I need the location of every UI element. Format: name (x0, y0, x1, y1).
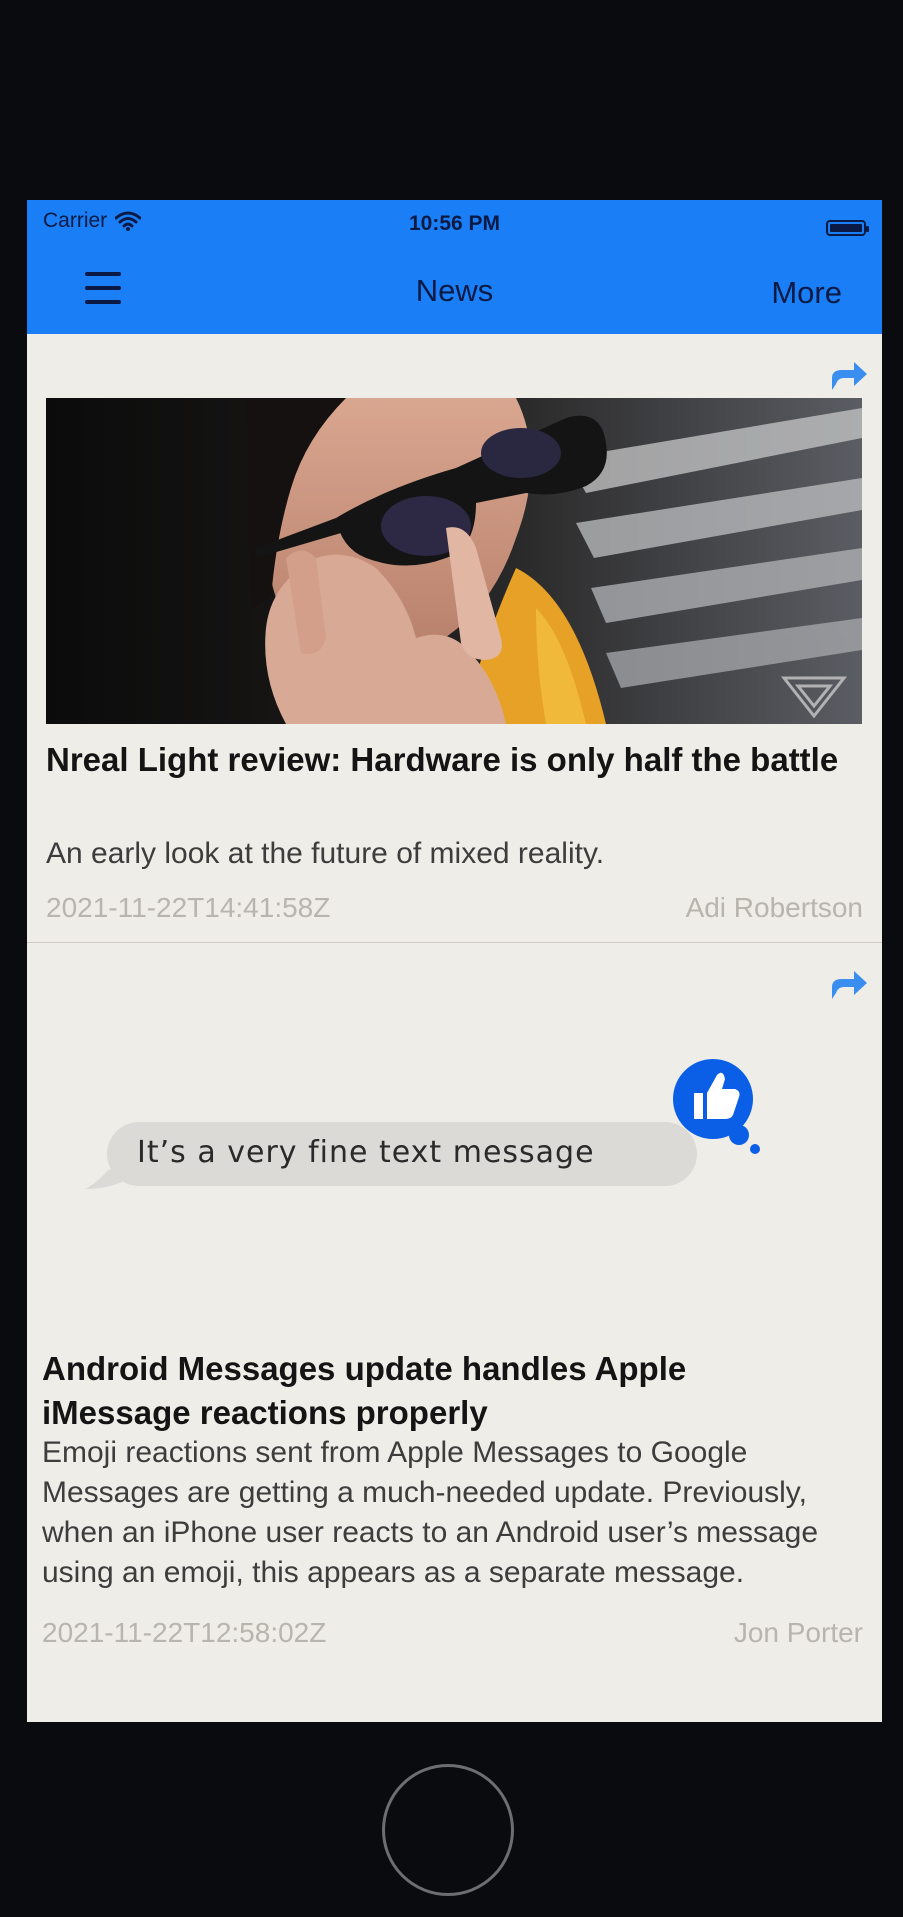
article-thumbnail: It’s a very fine text message (27, 943, 882, 1353)
article-title[interactable]: Android Messages update handles Apple iM… (42, 1347, 842, 1435)
article-author: Adi Robertson (685, 892, 863, 923)
article-photo (46, 398, 862, 724)
share-icon[interactable] (828, 356, 870, 394)
article-meta: 2021-11-22T12:58:02Z Jon Porter (42, 1617, 863, 1649)
article-summary: An early look at the future of mixed rea… (46, 837, 605, 870)
app-screen: Carrier 10:56 PM News More Nreal Light r… (27, 200, 882, 1722)
phone-frame: Carrier 10:56 PM News More Nreal Light r… (0, 0, 903, 1917)
news-list[interactable]: Nreal Light review: Hardware is only hal… (27, 334, 882, 1722)
page-title: News (415, 273, 494, 308)
article-title[interactable]: Nreal Light review: Hardware is only hal… (46, 738, 846, 782)
battery-icon (826, 220, 869, 236)
home-button[interactable] (382, 1764, 514, 1896)
article-thumbnail (46, 398, 862, 724)
share-icon[interactable] (828, 965, 870, 1003)
message-text: It’s a very fine text message (137, 1135, 595, 1170)
article-timestamp: 2021-11-22T12:58:02Z (42, 1617, 327, 1648)
article-author: Jon Porter (733, 1617, 863, 1648)
more-button[interactable]: More (771, 275, 842, 311)
navigation-bar: News More (27, 248, 882, 334)
article-timestamp: 2021-11-22T14:41:58Z (46, 892, 331, 923)
news-card[interactable]: Nreal Light review: Hardware is only hal… (27, 334, 882, 943)
article-meta: 2021-11-22T14:41:58Z Adi Robertson (46, 892, 863, 924)
article-summary: Emoji reactions sent from Apple Messages… (42, 1436, 819, 1589)
status-bar: Carrier 10:56 PM (27, 200, 882, 248)
clock: 10:56 PM (408, 212, 501, 235)
news-card[interactable]: It’s a very fine text message Android Me… (27, 943, 882, 1722)
